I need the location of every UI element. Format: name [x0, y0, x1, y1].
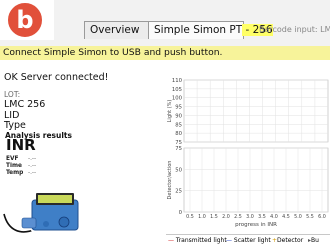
evf-row: EVF -.--: [6, 156, 36, 162]
legend-bu-label: Bu: [311, 237, 319, 244]
lot-label: LOT:: [4, 90, 21, 99]
x-tick-label: 1.0: [198, 214, 206, 220]
device-image: [0, 178, 95, 243]
legend-detector-label: Detector: [277, 237, 304, 244]
tab-overview-label: Overview: [90, 24, 140, 36]
evf-value: -.--: [28, 156, 37, 162]
y-axis-label: Light (%): [167, 100, 173, 123]
legend-transmitted-label: Transmitted light: [175, 237, 227, 244]
type-label: Type: [4, 120, 26, 131]
x-tick-label: 5.0: [294, 214, 302, 220]
y-tick-label: 90: [175, 113, 182, 119]
legend-detector: +Detector: [272, 237, 303, 244]
plot-frame: [183, 79, 329, 143]
tab-simple-simon[interactable]: Simple Simon PT - 256: [148, 21, 273, 39]
temp-value: -.--: [28, 170, 37, 176]
legend-transmitted-swatch: —: [168, 237, 174, 244]
inr-label: INR: [6, 136, 36, 154]
y-axis-label: Detector/action: [167, 161, 173, 200]
x-tick-label: 6.0: [318, 214, 326, 220]
legend-scatter: — Scatter light: [226, 237, 271, 244]
time-value: -.--: [28, 163, 37, 169]
brand-badge: b: [0, 0, 54, 40]
legend-bu: ▸Bu: [308, 237, 319, 244]
x-tick-label: 3.5: [258, 214, 266, 220]
x-tick-label: 2.5: [234, 214, 242, 220]
time-row: Time -.--: [6, 163, 36, 169]
y-tick-label: 85: [175, 122, 182, 128]
lot-value: LMC 256: [4, 99, 46, 110]
time-label: Time: [6, 163, 22, 169]
x-axis-label: progress in INR: [235, 222, 277, 228]
x-tick-label: 0.5: [186, 214, 194, 220]
y-tick-label: 110: [172, 78, 183, 84]
temp-row: Temp -.--: [6, 170, 36, 176]
tab-simple-simon-label: Simple Simon PT: [154, 24, 243, 36]
x-tick-label: 4.0: [270, 214, 278, 220]
x-tick-label: 2.0: [222, 214, 230, 220]
x-tick-label: 4.5: [282, 214, 290, 220]
y-tick-label: 100: [172, 96, 183, 102]
y-tick-label: 80: [175, 131, 182, 137]
chart-area: 1101051009590858075Light (%) 75502500.5 1…: [166, 74, 330, 234]
app-window: Overview Simple Simon PT - 256 Barcode i…: [0, 0, 330, 245]
x-tick-label: 5.5: [306, 214, 314, 220]
y-tick-label: 25: [175, 189, 182, 195]
barcode-input-label[interactable]: Barcode input: LMC-2: [259, 25, 330, 34]
x-tick-label: 1.5: [210, 214, 218, 220]
y-tick-label: 105: [172, 87, 182, 93]
x-tick-label: 3.0: [246, 214, 254, 220]
server-status: OK Server connected!: [4, 72, 109, 83]
y-tick-label: 95: [175, 105, 182, 111]
legend-scatter-swatch: —: [226, 237, 232, 244]
legend-transmitted: — Transmitted light: [168, 237, 227, 244]
y-tick-label: 50: [175, 167, 182, 173]
y-tick-label: 75: [175, 146, 182, 152]
chart-legend: — Transmitted light — Scatter light +Det…: [166, 234, 330, 245]
legend-scatter-label: Scatter light: [233, 237, 271, 244]
evf-label: EVF: [6, 156, 19, 162]
temp-label: Temp: [6, 170, 24, 176]
plot-frame: [183, 147, 329, 213]
status-message: Connect Simple Simon to USB and push but…: [0, 46, 330, 60]
brand-badge-letter: b: [16, 6, 33, 34]
